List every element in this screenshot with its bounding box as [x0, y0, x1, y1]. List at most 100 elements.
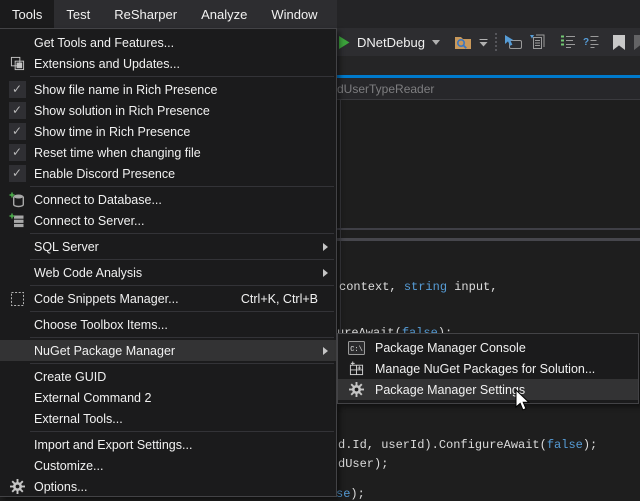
- menu-separator: [30, 431, 334, 432]
- gear-icon: [0, 479, 34, 494]
- menu-item-label: Package Manager Console: [375, 341, 526, 355]
- menu-item-label: Show time in Rich Presence: [34, 125, 190, 139]
- menu-item-label: Create GUID: [34, 370, 106, 384]
- menubar-item-test[interactable]: Test: [54, 0, 102, 28]
- format-document-icon[interactable]: [560, 35, 576, 49]
- menu-item-label: Enable Discord Presence: [34, 167, 175, 181]
- menu-separator: [30, 337, 334, 338]
- menu-item-label: Get Tools and Features...: [34, 36, 174, 50]
- menu-separator: [30, 76, 334, 77]
- editor-separator-line: [337, 228, 640, 230]
- copy-document-icon[interactable]: [530, 34, 546, 50]
- menubar-item-resharper[interactable]: ReSharper: [102, 0, 189, 28]
- code-line: context, string input,: [339, 280, 497, 294]
- menu-separator: [30, 363, 334, 364]
- menu-item-label: Import and Export Settings...: [34, 438, 192, 452]
- submenu-arrow-icon: [323, 269, 328, 277]
- menu-separator: [30, 233, 334, 234]
- menu-item-choose-toolbox-items[interactable]: Choose Toolbox Items...: [0, 314, 336, 335]
- gear-icon: [338, 382, 375, 397]
- code-line: se);: [336, 487, 365, 501]
- menu-item-reset-time-when-changing-file[interactable]: ✓Reset time when changing file: [0, 142, 336, 163]
- svg-text:?: ?: [583, 37, 589, 48]
- menu-item-nuget-package-manager[interactable]: NuGet Package Manager: [0, 340, 336, 361]
- menu-item-label: Customize...: [34, 459, 103, 473]
- menubar-right-filler: [337, 0, 640, 28]
- menubar-item-tools[interactable]: Tools: [0, 0, 54, 28]
- nuget-manage-icon: [338, 361, 375, 376]
- menu-item-show-time-in-rich-presence[interactable]: ✓Show time in Rich Presence: [0, 121, 336, 142]
- menu-item-label: Code Snippets Manager...: [34, 292, 179, 306]
- menu-item-external-tools[interactable]: External Tools...: [0, 408, 336, 429]
- checkmark-icon: ✓: [0, 102, 34, 119]
- menu-separator: [30, 186, 334, 187]
- tab-bar: csIAudioChannel.csAudioService.cs: [337, 56, 640, 75]
- menu-item-label: Connect to Server...: [34, 214, 144, 228]
- breadcrumb-bar[interactable]: dUserTypeReader: [337, 78, 640, 100]
- menu-item-create-guid[interactable]: Create GUID: [0, 366, 336, 387]
- nuget-package-manager-submenu: C:\ Package Manager Console Manage NuGet P…: [337, 333, 639, 404]
- menu-item-options[interactable]: Options...: [0, 476, 336, 497]
- menu-item-show-file-name-in-rich-presence[interactable]: ✓Show file name in Rich Presence: [0, 79, 336, 100]
- submenu-item-manage-nuget-packages-for-solution[interactable]: Manage NuGet Packages for Solution...: [338, 358, 638, 379]
- menu-item-show-solution-in-rich-presence[interactable]: ✓Show solution in Rich Presence: [0, 100, 336, 121]
- menu-item-label: Web Code Analysis: [34, 266, 142, 280]
- database-add-icon: [0, 192, 34, 208]
- checkmark-icon: ✓: [0, 81, 34, 98]
- menubar-item-window[interactable]: Window: [259, 0, 329, 28]
- menu-item-label: External Command 2: [34, 391, 151, 405]
- submenu-item-package-manager-console[interactable]: C:\ Package Manager Console: [338, 337, 638, 358]
- checkmark-icon: ✓: [0, 165, 34, 182]
- code-line: d.Id, userId).ConfigureAwait(false);: [338, 438, 597, 452]
- snippets-icon: [0, 291, 34, 307]
- menu-item-get-tools-and-features[interactable]: Get Tools and Features...: [0, 32, 336, 53]
- svg-text:C:\: C:\: [350, 345, 363, 353]
- find-in-files-icon[interactable]: [454, 35, 472, 50]
- submenu-arrow-icon: [323, 243, 328, 251]
- menu-item-label: Manage NuGet Packages for Solution...: [375, 362, 595, 376]
- submenu-item-package-manager-settings[interactable]: Package Manager Settings: [338, 379, 638, 400]
- menu-item-label: Connect to Database...: [34, 193, 162, 207]
- console-icon: C:\: [338, 341, 375, 355]
- menu-item-external-command-2[interactable]: External Command 2: [0, 387, 336, 408]
- menu-item-code-snippets-manager[interactable]: Code Snippets Manager... Ctrl+K, Ctrl+B: [0, 288, 336, 309]
- menu-item-label: NuGet Package Manager: [34, 344, 175, 358]
- extensions-icon: [0, 56, 34, 71]
- menu-item-import-and-export-settings[interactable]: Import and Export Settings...: [0, 434, 336, 455]
- menu-item-connect-to-server[interactable]: Connect to Server...: [0, 210, 336, 231]
- menu-item-label: Package Manager Settings: [375, 383, 525, 397]
- menu-item-connect-to-database[interactable]: Connect to Database...: [0, 189, 336, 210]
- menu-separator: [30, 285, 334, 286]
- code-line: dUser);: [338, 457, 388, 471]
- checkmark-icon: ✓: [9, 102, 26, 119]
- menu-item-shortcut: Ctrl+K, Ctrl+B: [241, 292, 336, 306]
- bookmark-icon[interactable]: [613, 35, 625, 50]
- comment-lines-icon[interactable]: ?: [583, 35, 599, 49]
- menu-item-enable-discord-presence[interactable]: ✓Enable Discord Presence: [0, 163, 336, 184]
- menu-item-label: Reset time when changing file: [34, 146, 201, 160]
- menu-item-label: External Tools...: [34, 412, 123, 426]
- tools-menu: Get Tools and Features... Extensions and …: [0, 28, 337, 497]
- menu-item-customize[interactable]: Customize...: [0, 455, 336, 476]
- split-dropdown-caret-icon[interactable]: [479, 38, 488, 47]
- menubar-item-analyze[interactable]: Analyze: [189, 0, 259, 28]
- menu-item-label: SQL Server: [34, 240, 99, 254]
- menu-item-label: Options...: [34, 480, 88, 494]
- run-configuration-label[interactable]: DNetDebug: [357, 35, 425, 50]
- checkmark-icon: ✓: [9, 81, 26, 98]
- config-dropdown-caret-icon[interactable]: [432, 40, 440, 45]
- server-add-icon: [0, 213, 34, 229]
- menu-separator: [30, 311, 334, 312]
- bookmark-next-icon[interactable]: [632, 35, 640, 50]
- run-icon[interactable]: [338, 36, 350, 49]
- menu-item-web-code-analysis[interactable]: Web Code Analysis: [0, 262, 336, 283]
- menu-item-sql-server[interactable]: SQL Server: [0, 236, 336, 257]
- checkmark-icon: ✓: [0, 123, 34, 140]
- show-next-statement-icon[interactable]: [504, 35, 523, 50]
- toolbar-grip[interactable]: [495, 33, 497, 51]
- checkmark-icon: ✓: [0, 144, 34, 161]
- editor-margin-line: [340, 100, 341, 333]
- menu-item-label: Extensions and Updates...: [34, 57, 180, 71]
- menu-item-label: Choose Toolbox Items...: [34, 318, 168, 332]
- menu-item-extensions-and-updates[interactable]: Extensions and Updates...: [0, 53, 336, 74]
